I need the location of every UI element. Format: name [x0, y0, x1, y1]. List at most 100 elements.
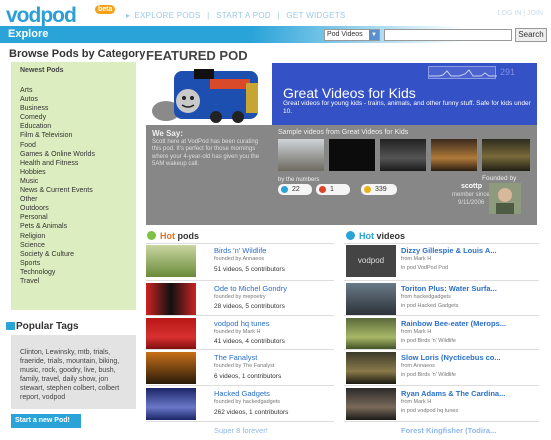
category-item[interactable]: Pets & Animals — [20, 222, 95, 231]
pod-founder: founded by hackedgadgets — [214, 399, 281, 405]
category-item[interactable]: Society & Culture — [20, 250, 95, 259]
divider — [146, 315, 334, 316]
nav-separator: | — [207, 11, 210, 20]
category-item[interactable]: Sports — [20, 259, 95, 268]
vodpod-logo[interactable]: vodpod — [6, 4, 77, 28]
video-source: from Mark H — [401, 399, 432, 405]
divider — [344, 349, 539, 350]
category-item[interactable]: Other — [20, 195, 95, 204]
category-item[interactable]: Health and Fitness — [20, 159, 95, 168]
pod-founder: founded by mepoetry — [214, 294, 266, 300]
divider — [344, 421, 539, 422]
video-title-link[interactable]: Toriton Plus: Water Surfa... — [401, 284, 497, 293]
by-the-numbers-label: by the numbers — [278, 177, 320, 183]
category-item[interactable]: Autos — [20, 95, 95, 104]
sample-video-thumbnail[interactable] — [482, 139, 530, 171]
pod-title-link[interactable]: Birds 'n' Wildlife — [214, 246, 266, 255]
pod-stats: 262 videos, 1 contributors — [214, 409, 289, 416]
we-say-text: Scott here at VodPod has been curating t… — [152, 139, 260, 168]
top-navigation: ▸ EXPLORE PODS | START A POD | GET WIDGET… — [126, 11, 350, 20]
video-icon — [281, 186, 288, 193]
category-item[interactable]: Music — [20, 177, 95, 186]
category-item[interactable]: Arts — [20, 86, 95, 95]
pod-title-link[interactable]: vodpod hq tunes — [214, 319, 269, 328]
category-item[interactable]: Outdoors — [20, 204, 95, 213]
start-new-pod-button[interactable]: Start a new Pod! — [11, 414, 81, 428]
video-pod[interactable]: in pod Hacked Gadgets — [401, 303, 458, 309]
pod-thumbnail[interactable] — [146, 388, 196, 420]
pod-stats: 51 videos, 5 contributors — [214, 266, 285, 273]
contributor-count-badge: 1 — [316, 184, 350, 195]
pod-founder: founded by Annaeos — [214, 256, 265, 262]
sample-video-thumbnail[interactable] — [329, 139, 375, 171]
nav-start-a-pod[interactable]: START A POD — [216, 11, 271, 20]
nav-explore-pods[interactable]: EXPLORE PODS — [134, 11, 200, 20]
pod-icon — [147, 231, 156, 240]
category-item[interactable]: Comedy — [20, 113, 95, 122]
category-item[interactable]: Food — [20, 141, 95, 150]
category-item[interactable]: Film & Television — [20, 131, 95, 140]
category-item[interactable]: Business — [20, 104, 95, 113]
featured-pod-image[interactable] — [146, 63, 272, 125]
category-item[interactable]: Technology — [20, 268, 95, 277]
search-button[interactable]: Search — [515, 28, 547, 42]
video-title-link[interactable]: Dizzy Gillespie & Louis A... — [401, 246, 497, 255]
divider — [146, 421, 334, 422]
video-title-link[interactable]: Ryan Adams & The Cardina... — [401, 389, 505, 398]
pod-thumbnail[interactable] — [146, 318, 196, 350]
nav-icon: ▸ — [126, 11, 131, 20]
pod-thumbnail[interactable] — [146, 245, 196, 277]
video-title-link[interactable]: Slow Loris (Nycticebus co... — [401, 353, 501, 362]
category-item[interactable]: Religion — [20, 232, 95, 241]
video-pod[interactable]: in pod Birds 'n' Wildlife — [401, 372, 456, 378]
pod-title-link[interactable]: Hacked Gadgets — [214, 389, 270, 398]
video-source: from hackedgadgets — [401, 294, 451, 300]
pod-title-link[interactable]: The Fanalyst — [214, 353, 257, 362]
tag-cloud[interactable]: Clinton, Lewinsky, mtb, trials, fraeride… — [20, 348, 130, 402]
sample-video-thumbnail[interactable] — [278, 139, 324, 171]
category-item[interactable]: Education — [20, 122, 95, 131]
video-pod[interactable]: in pod VodPod Pod — [401, 265, 448, 271]
video-thumbnail[interactable] — [346, 352, 396, 384]
pod-title-link[interactable]: Ode to Michel Gondry — [214, 284, 287, 293]
pod-thumbnail[interactable] — [146, 352, 196, 384]
video-thumbnail[interactable] — [346, 388, 396, 420]
category-item[interactable]: Hobbies — [20, 168, 95, 177]
we-say-heading: We Say: — [152, 129, 183, 138]
nav-get-widgets[interactable]: GET WIDGETS — [286, 11, 345, 20]
browse-categories-heading: Browse Pods by Category — [9, 48, 146, 60]
search-scope-select[interactable]: Pod Videos ▼ — [324, 29, 380, 41]
video-title-link[interactable]: Forest Kingfisher (Todira... — [401, 426, 496, 435]
divider — [146, 385, 334, 386]
pod-stats: 41 videos, 4 contributors — [214, 338, 285, 345]
video-thumbnail[interactable]: vodpod — [346, 245, 396, 277]
video-thumbnail[interactable] — [346, 283, 396, 315]
featured-pod-title[interactable]: Great Videos for Kids — [283, 85, 416, 101]
divider — [344, 315, 539, 316]
video-pod[interactable]: in pod vodpod hq tunes — [401, 408, 458, 414]
category-item[interactable]: Science — [20, 241, 95, 250]
person-icon — [319, 186, 326, 193]
founder-name[interactable]: scottp — [461, 183, 482, 190]
video-thumbnail[interactable] — [346, 318, 396, 350]
sample-video-thumbnail[interactable] — [431, 139, 477, 171]
newest-pods-link[interactable]: Newest Pods — [20, 67, 64, 74]
login-join-links[interactable]: LOG IN | JOIN — [498, 10, 543, 17]
video-source: from Mark H — [401, 256, 432, 262]
explore-title: Explore — [8, 28, 49, 40]
view-count-badge: 339 — [361, 184, 397, 195]
divider — [146, 280, 334, 281]
category-item[interactable]: Personal — [20, 213, 95, 222]
divider — [146, 349, 334, 350]
category-item[interactable]: Travel — [20, 277, 95, 286]
logo-text: vodpod — [6, 4, 77, 27]
pod-thumbnail[interactable] — [146, 283, 196, 315]
video-title-link[interactable]: Rainbow Bee-eater (Merops... — [401, 319, 506, 328]
category-item[interactable]: Games & Online Worlds — [20, 150, 95, 159]
category-item[interactable]: News & Current Events — [20, 186, 95, 195]
pod-title-link[interactable]: Super 8 forever! — [214, 426, 268, 435]
search-input[interactable] — [384, 29, 512, 41]
avatar[interactable] — [489, 183, 521, 214]
video-pod[interactable]: in pod Birds 'n' Wildlife — [401, 338, 456, 344]
sample-video-thumbnail[interactable] — [380, 139, 426, 171]
